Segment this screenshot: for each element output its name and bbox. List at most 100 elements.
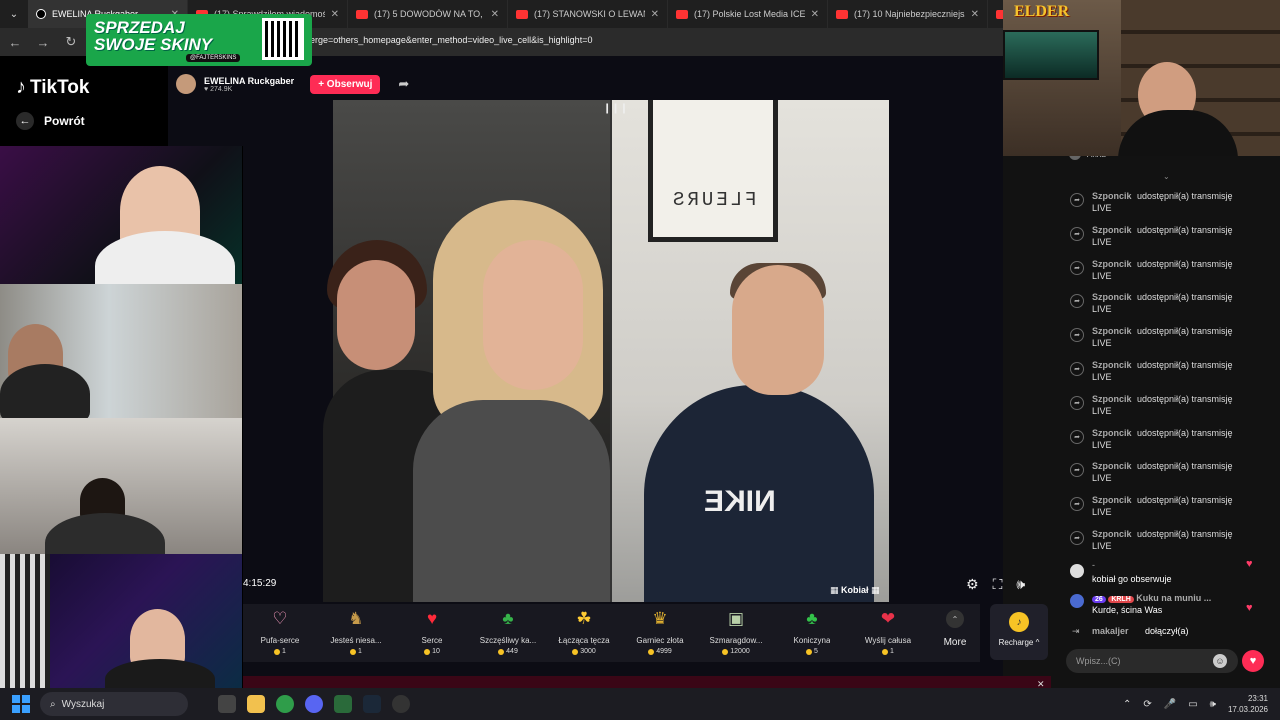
person-middle <box>413 200 610 602</box>
fullscreen-icon[interactable]: ⛶ <box>993 576 1003 593</box>
gift-item[interactable]: ♣ Koniczyna 5 <box>774 604 850 662</box>
webcam-3 <box>0 418 243 554</box>
follow-button[interactable]: + Obserwuj <box>310 74 381 94</box>
system-tray: ⌃ ⟳ 🎤 ▭ 🕪 23:31 17.03.2026 <box>1123 688 1268 720</box>
discord-icon[interactable] <box>305 695 323 713</box>
gift-icon: ♡ <box>272 609 288 628</box>
tiktok-favicon-icon <box>36 9 46 19</box>
forward-arrow-icon[interactable]: → <box>36 35 50 50</box>
volume-icon[interactable]: 🕪 <box>1210 699 1216 710</box>
monitor-icon[interactable]: ▭ <box>1188 699 1197 710</box>
youtube-favicon-icon <box>356 9 368 19</box>
gift-item[interactable]: ♞ Jesteś niesa... 1 <box>318 604 394 662</box>
share-icon: ➦ <box>1070 260 1084 275</box>
close-icon[interactable]: ✕ <box>971 9 979 20</box>
recharge-button[interactable]: ♪ Recharge ^ <box>990 604 1048 660</box>
gift-price: 3000 <box>572 648 596 655</box>
host-info[interactable]: EWELINA Ruckgaber ♥ 274.9K <box>204 76 294 93</box>
tiktok-note-icon: ♪ <box>16 76 26 98</box>
windows-start-icon[interactable] <box>12 695 30 713</box>
gift-item[interactable]: ☘ Łącząca tęcza 3000 <box>546 604 622 662</box>
gift-price: 4999 <box>648 648 672 655</box>
person-right: NIKE <box>644 263 874 602</box>
gift-price: 449 <box>498 648 518 655</box>
share-icon: ➦ <box>1070 193 1084 207</box>
microphone-icon[interactable]: 🎤 <box>1164 699 1176 710</box>
more-gifts-button[interactable]: ⌃ More <box>938 610 972 648</box>
emoji-icon[interactable]: ☺ <box>1213 654 1227 668</box>
share-icon: ➦ <box>1070 429 1084 444</box>
reload-icon[interactable]: ↻ <box>64 34 78 50</box>
gift-item[interactable]: ♡ Pufa-serce 1 <box>242 604 318 662</box>
clock[interactable]: 23:31 17.03.2026 <box>1228 693 1268 715</box>
webcam-4 <box>0 554 243 688</box>
tab-list-dropdown[interactable]: ⌄ <box>0 0 28 28</box>
streamer-webcam <box>1003 0 1280 156</box>
tab-youtube-5[interactable]: (17) 10 Najniebezpieczniejszych✕ <box>828 0 988 28</box>
gift-bar: ♡ Pufa-serce 1 ♞ Jesteś niesa... 1 ♥ Serce 10 ♣ Sz… <box>242 604 980 662</box>
gift-item[interactable]: ♣ Szczęśliwy ka... 449 <box>470 604 546 662</box>
chevron-down-icon[interactable]: ⌄ <box>1163 172 1170 181</box>
host-name: EWELINA Ruckgaber <box>204 75 295 86</box>
close-icon[interactable]: ✕ <box>811 9 819 20</box>
fan-badge: KRLH <box>1108 596 1134 603</box>
coin-icon <box>806 648 813 655</box>
webcam-2 <box>0 284 243 418</box>
coin-icon <box>498 648 505 655</box>
back-arrow-icon[interactable]: ← <box>8 35 22 50</box>
heart-icon[interactable]: ♥ <box>1246 602 1253 614</box>
gift-icon: ♣ <box>806 609 818 628</box>
taskbar-search[interactable]: ⌕ Wyszukaj <box>40 692 188 716</box>
back-button[interactable]: ← Powrót <box>16 112 85 130</box>
tiktok-logo[interactable]: ♪ TikTok <box>16 76 89 99</box>
bottom-banner <box>243 676 1051 688</box>
tab-youtube-4[interactable]: (17) Polskie Lost Media ICEBER✕ <box>668 0 828 28</box>
gift-price: 10 <box>424 648 440 655</box>
avatar <box>1070 564 1084 578</box>
gift-icon: ♥ <box>426 609 438 628</box>
live-header: EWELINA Ruckgaber ♥ 274.9K + Obserwuj ➦ <box>176 70 409 98</box>
settings-icon[interactable]: ⚙ <box>966 576 979 593</box>
elder-logo: ELDER <box>1014 3 1070 20</box>
coin-icon <box>722 648 729 655</box>
host-avatar[interactable] <box>176 74 196 94</box>
close-icon[interactable]: ✕ <box>491 9 499 20</box>
tab-youtube-2[interactable]: (17) 5 DOWODÓW NA TO, ŻE ✕ <box>348 0 508 28</box>
coin-icon: ♪ <box>1009 612 1029 632</box>
share-icon: ➦ <box>1070 531 1084 545</box>
chevron-up-icon: ⌃ <box>946 610 964 628</box>
close-icon[interactable]: ✕ <box>651 9 659 20</box>
task-view-icon[interactable] <box>218 695 236 713</box>
chevron-up-icon[interactable]: ⌃ <box>1123 699 1131 710</box>
gift-item[interactable]: ♛ Garniec złota 4999 <box>622 604 698 662</box>
qr-code <box>262 18 304 60</box>
url-field[interactable]: erge=others_homepage&enter_method=video_… <box>310 35 592 45</box>
gift-price: 1 <box>274 648 286 655</box>
share-icon[interactable]: ➦ <box>398 76 409 92</box>
webcam-1 <box>0 146 243 284</box>
excel-icon[interactable] <box>334 695 352 713</box>
search-icon: ⌕ <box>50 698 56 710</box>
live-video[interactable]: FLEURS NIKE <box>323 100 889 602</box>
chrome-icon[interactable] <box>276 695 294 713</box>
heart-icon[interactable]: ♥ <box>1246 558 1253 570</box>
host-likes: ♥ 274.9K <box>204 85 233 93</box>
file-explorer-icon[interactable] <box>247 695 265 713</box>
audio-level-icon: ❙❙❙ <box>603 103 629 114</box>
youtube-favicon-icon <box>836 9 848 19</box>
gift-item[interactable]: ❤ Wyślij całusa 1 <box>850 604 926 662</box>
send-heart-button[interactable]: ♥ <box>1242 650 1264 672</box>
gift-item[interactable]: ♥ Serce 10 <box>394 604 470 662</box>
youtube-favicon-icon <box>516 9 528 19</box>
close-icon[interactable]: ✕ <box>331 9 339 20</box>
gift-icon: ♣ <box>502 609 514 628</box>
tab-youtube-3[interactable]: (17) STANOWSKI O LEWANDO✕ <box>508 0 668 28</box>
wall-poster: FLEURS <box>648 100 778 242</box>
sync-icon[interactable]: ⟳ <box>1143 699 1151 710</box>
volume-icon[interactable]: 🕪 <box>1016 576 1025 593</box>
share-icon: ➦ <box>1070 226 1084 241</box>
gift-item[interactable]: ▣ Szmaragdow... 12000 <box>698 604 774 662</box>
steam-icon[interactable] <box>363 695 381 713</box>
obs-icon[interactable] <box>392 695 410 713</box>
video-right-panel: FLEURS NIKE <box>612 100 889 602</box>
